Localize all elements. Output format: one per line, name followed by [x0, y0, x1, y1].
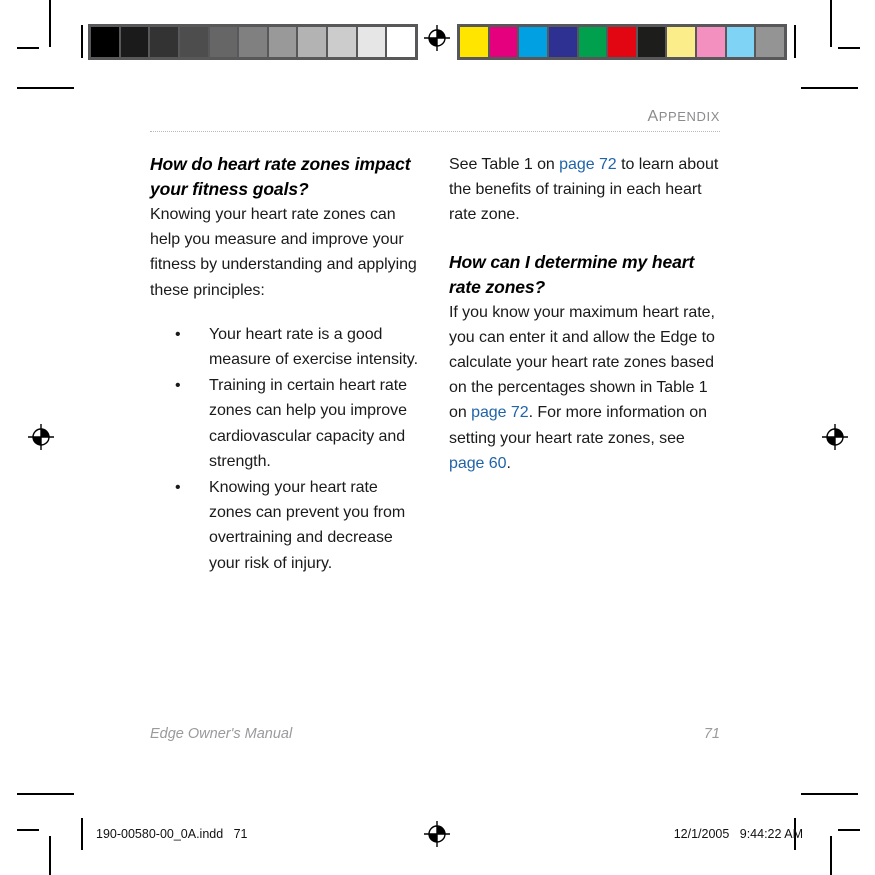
- color-swatch-9: [726, 27, 757, 57]
- slug-timestamp: 12/1/2005 9:44:22 AM: [674, 824, 803, 844]
- grayscale-swatch-1: [120, 27, 151, 57]
- color-swatch-10: [756, 27, 785, 57]
- page-root: { "printers_marks": { "grayscale_strip":…: [0, 0, 875, 875]
- bleed-line-left-bottom: [81, 818, 83, 850]
- grayscale-swatch-8: [328, 27, 358, 57]
- grayscale-swatch-4: [209, 27, 240, 57]
- color-swatch-8: [697, 27, 727, 57]
- color-swatch-0: [460, 27, 490, 57]
- crop-mark-bottom-right-vertical: [830, 836, 832, 875]
- bullet-dot-icon: •: [175, 479, 181, 497]
- color-calibration-strip: [457, 24, 787, 60]
- page-link-72-a[interactable]: page 72: [559, 156, 617, 173]
- right-column-paragraph-1: See Table 1 on page 72 to learn about th…: [449, 152, 720, 228]
- color-swatch-7: [667, 27, 698, 57]
- grayscale-swatch-10: [387, 27, 416, 57]
- running-head: APPENDIX: [150, 106, 720, 128]
- slug-date: 12/1/2005: [673, 827, 730, 841]
- two-column-layout: How do heart rate zones impact your fitn…: [150, 152, 720, 577]
- header-dotted-rule: [150, 131, 720, 132]
- crop-mark-upper-right-horizontal: [801, 87, 858, 89]
- page-link-60[interactable]: page 60: [449, 455, 507, 472]
- bleed-line-left-top: [81, 25, 83, 58]
- grayscale-swatch-0: [91, 27, 121, 57]
- color-swatch-5: [608, 27, 638, 57]
- right-column-heading: How can I determine my heart rate zones?: [449, 251, 695, 297]
- left-column-intro-paragraph: Knowing your heart rate zones can help y…: [150, 206, 417, 299]
- list-item: • Knowing your heart rate zones can prev…: [150, 475, 421, 576]
- bullet-dot-icon: •: [175, 377, 181, 395]
- left-column: How do heart rate zones impact your fitn…: [150, 152, 421, 577]
- list-item-text: Your heart rate is a good measure of exe…: [209, 325, 418, 369]
- grayscale-calibration-strip: [88, 24, 418, 60]
- list-item: • Training in certain heart rate zones c…: [150, 373, 421, 474]
- running-head-initial: A: [647, 108, 659, 125]
- bleed-line-right-top: [794, 25, 796, 58]
- crop-mark-lower-left-horizontal: [17, 829, 39, 831]
- page-link-72-b[interactable]: page 72: [471, 404, 529, 421]
- color-swatch-2: [519, 27, 549, 57]
- crop-mark-top-left-vertical: [49, 0, 51, 47]
- grayscale-swatch-3: [179, 27, 210, 57]
- registration-target-bottom-icon: [424, 821, 450, 847]
- bullet-dot-icon: •: [175, 325, 181, 343]
- right-column-paragraph-2: If you know your maximum heart rate, you…: [449, 300, 720, 476]
- crop-mark-bottom-right-horizontal: [801, 793, 858, 795]
- footer-document-title: Edge Owner's Manual: [150, 726, 293, 742]
- list-item-text: Knowing your heart rate zones can preven…: [209, 479, 406, 572]
- color-swatch-1: [489, 27, 520, 57]
- registration-target-top-icon: [424, 25, 450, 51]
- right-column: See Table 1 on page 72 to learn about th…: [449, 152, 720, 577]
- page-footer: Edge Owner's Manual 71: [150, 726, 720, 742]
- grayscale-swatch-6: [268, 27, 299, 57]
- footer-page-number: 71: [703, 726, 720, 742]
- left-column-heading: How do heart rate zones impact your fitn…: [150, 154, 411, 199]
- crop-mark-top-left-horizontal: [17, 47, 39, 49]
- list-item-text: Training in certain heart rate zones can…: [209, 377, 408, 470]
- running-head-rest: PPENDIX: [658, 109, 720, 124]
- grayscale-swatch-2: [150, 27, 180, 57]
- color-swatch-3: [548, 27, 579, 57]
- slug-time: 9:44:22 AM: [739, 827, 803, 841]
- registration-target-right-icon: [822, 424, 848, 450]
- list-item: • Your heart rate is a good measure of e…: [150, 322, 421, 372]
- slug-filename: 190-00580-00_0A.indd 71: [96, 827, 248, 841]
- crop-mark-bottom-left-horizontal: [17, 793, 74, 795]
- page-content: APPENDIX How do heart rate zones impact …: [150, 106, 720, 766]
- crop-mark-top-right-horizontal: [838, 47, 860, 49]
- registration-target-left-icon: [28, 424, 54, 450]
- crop-mark-upper-left-horizontal: [17, 87, 74, 89]
- grayscale-swatch-5: [239, 27, 269, 57]
- principles-bullet-list: • Your heart rate is a good measure of e…: [150, 322, 421, 576]
- color-swatch-6: [637, 27, 668, 57]
- paragraph-2-text-after: .: [506, 454, 511, 472]
- color-swatch-4: [578, 27, 609, 57]
- crop-mark-lower-right-horizontal: [838, 829, 860, 831]
- grayscale-swatch-7: [298, 27, 329, 57]
- crop-mark-bottom-left-vertical: [49, 836, 51, 875]
- crop-mark-top-right-vertical: [830, 0, 832, 47]
- paragraph-1-text-before: See Table 1 on: [449, 156, 560, 173]
- grayscale-swatch-9: [357, 27, 388, 57]
